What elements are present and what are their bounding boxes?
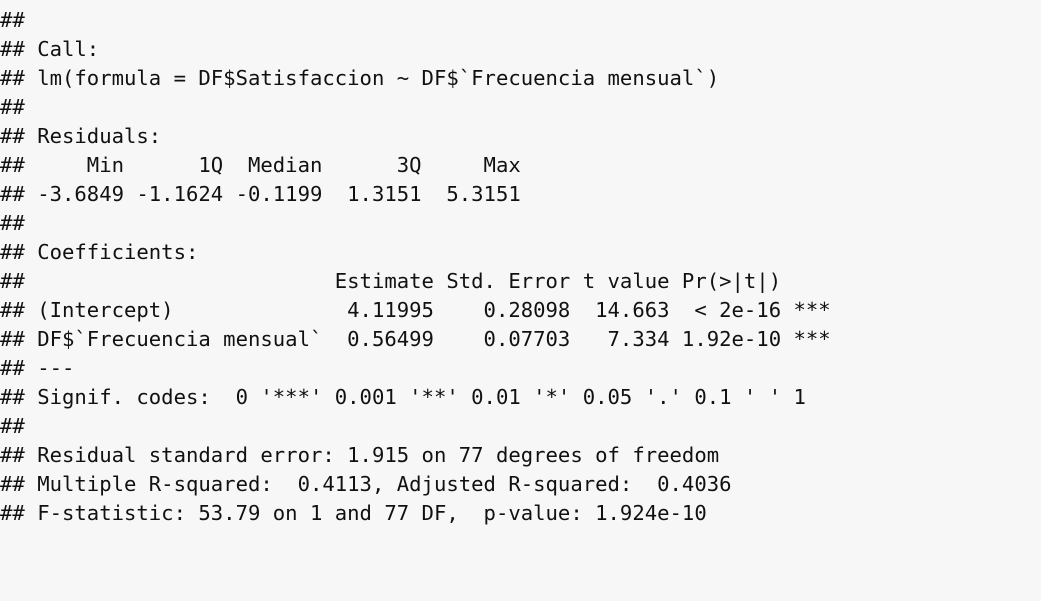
output-line-coefficients-columns: ## Estimate Std. Error t value Pr(>|t|) bbox=[0, 269, 782, 293]
output-line-coefficient-frecuencia: ## DF$`Frecuencia mensual` 0.56499 0.077… bbox=[0, 327, 831, 351]
output-line-blank: ## bbox=[0, 414, 25, 438]
output-line-residuals-labels: ## Min 1Q Median 3Q Max bbox=[0, 153, 521, 177]
output-line-r-squared: ## Multiple R-squared: 0.4113, Adjusted … bbox=[0, 472, 732, 496]
output-line-residual-std-error: ## Residual standard error: 1.915 on 77 … bbox=[0, 443, 720, 467]
output-line-coefficient-intercept: ## (Intercept) 4.11995 0.28098 14.663 < … bbox=[0, 298, 831, 322]
output-line-f-statistic: ## F-statistic: 53.79 on 1 and 77 DF, p-… bbox=[0, 501, 707, 525]
output-line-blank: ## bbox=[0, 211, 25, 235]
output-line-blank: ## bbox=[0, 95, 25, 119]
regression-summary-text: ## ## Call: ## lm(formula = DF$Satisfaccio… bbox=[0, 0, 1041, 528]
output-line-residuals-values: ## -3.6849 -1.1624 -0.1199 1.3151 5.3151 bbox=[0, 182, 521, 206]
output-line-comment: ## bbox=[0, 8, 25, 32]
output-line-call-header: ## Call: bbox=[0, 37, 100, 61]
output-line-separator: ## --- bbox=[0, 356, 75, 380]
output-line-coefficients-header: ## Coefficients: bbox=[0, 240, 199, 264]
r-console-output: ## ## Call: ## lm(formula = DF$Satisfaccio… bbox=[0, 0, 1041, 601]
output-line-residuals-header: ## Residuals: bbox=[0, 124, 162, 148]
output-line-call-formula: ## lm(formula = DF$Satisfaccion ~ DF$`Fr… bbox=[0, 66, 720, 90]
output-line-signif-codes: ## Signif. codes: 0 '***' 0.001 '**' 0.0… bbox=[0, 385, 806, 409]
